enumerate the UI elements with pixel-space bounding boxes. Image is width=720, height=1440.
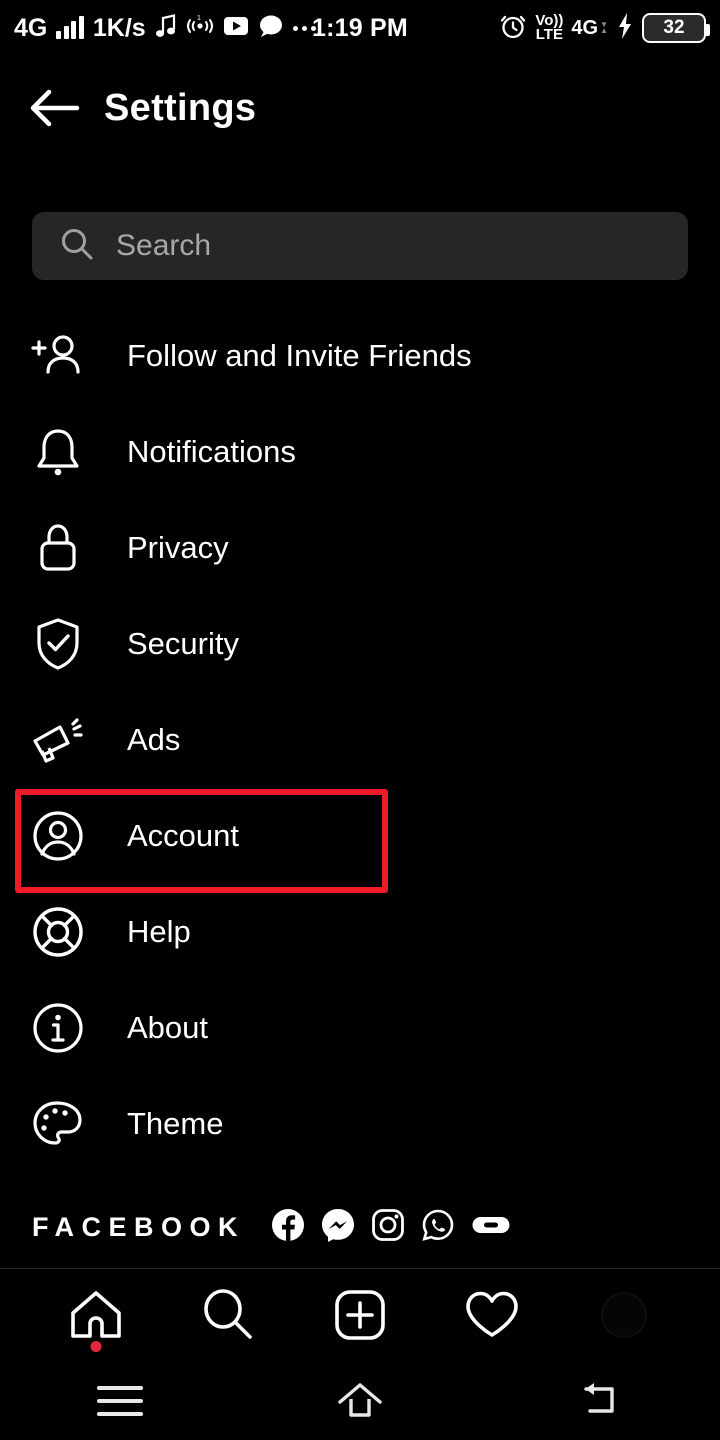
add-person-icon: [30, 328, 86, 384]
home-badge-dot: [90, 1341, 102, 1352]
youtube-icon: [223, 16, 249, 41]
charging-bolt-icon: [616, 12, 634, 45]
data-arrows-icon: ▼ ▲: [600, 19, 608, 35]
network-type-label: 4G: [14, 13, 48, 42]
facebook-family-section: FACEBOOK: [32, 1208, 688, 1247]
home-icon: [71, 1291, 121, 1338]
facebook-icon[interactable]: [271, 1208, 305, 1247]
status-bar-right: Vo)) LTE 4G ▼ ▲ 32: [499, 12, 710, 45]
menu-item-theme[interactable]: Theme: [0, 1076, 720, 1172]
system-home-button[interactable]: [305, 1371, 415, 1431]
status-bar-clock: 1:19 PM: [312, 13, 408, 42]
menu-item-label: Follow and Invite Friends: [127, 338, 472, 373]
megaphone-icon: [30, 712, 86, 768]
app-bar: Settings: [0, 60, 720, 156]
nav-home-button[interactable]: [50, 1276, 142, 1354]
menu-item-label: Privacy: [127, 530, 229, 565]
recents-icon: [97, 1386, 143, 1416]
back-arrow-icon[interactable]: [12, 65, 98, 151]
menu-item-security[interactable]: Security: [0, 596, 720, 692]
search-icon: [60, 227, 94, 266]
menu-item-label: Security: [127, 626, 239, 661]
network-right-label: 4G: [571, 16, 599, 39]
menu-item-label: Ads: [127, 722, 181, 757]
home-outline-icon: [338, 1383, 382, 1417]
nav-add-post-button[interactable]: [314, 1276, 406, 1354]
nav-profile-button[interactable]: [578, 1276, 670, 1354]
settings-menu: Follow and Invite Friends Notifications …: [0, 308, 720, 1172]
menu-item-notifications[interactable]: Notifications: [0, 404, 720, 500]
vibrate-icon: 1: [186, 14, 214, 43]
network-right-indicator: 4G ▼ ▲: [571, 17, 608, 40]
messenger-icon[interactable]: [321, 1208, 355, 1247]
oculus-icon[interactable]: [471, 1213, 511, 1242]
phone-screen: 4G 1K/s 1 1:19 PM Vo)) LTE 4G ▼ ▲ 32 Set…: [0, 0, 720, 1440]
android-system-nav: [0, 1362, 720, 1440]
menu-item-label: Account: [127, 818, 240, 853]
shield-check-icon: [30, 616, 86, 672]
volte-indicator: Vo)) LTE: [535, 13, 563, 43]
svg-text:1: 1: [197, 15, 201, 22]
facebook-label: FACEBOOK: [32, 1212, 246, 1242]
chat-bubble-icon: [258, 14, 284, 43]
palette-icon: [30, 1096, 86, 1152]
menu-item-label: Theme: [127, 1106, 224, 1141]
menu-item-privacy[interactable]: Privacy: [0, 500, 720, 596]
menu-item-label: About: [127, 1010, 209, 1045]
menu-item-account[interactable]: Account: [0, 788, 720, 884]
menu-item-label: Help: [127, 914, 191, 949]
menu-item-ads[interactable]: Ads: [0, 692, 720, 788]
add-post-icon: [335, 1290, 385, 1340]
account-circle-icon: [30, 808, 86, 864]
volte-line-2: LTE: [535, 26, 563, 43]
lock-icon: [30, 520, 86, 576]
alarm-clock-icon: [499, 12, 527, 45]
search-icon: [204, 1289, 252, 1339]
whatsapp-icon[interactable]: [421, 1208, 455, 1247]
menu-item-help[interactable]: Help: [0, 884, 720, 980]
profile-avatar-icon: [601, 1292, 647, 1338]
page-title: Settings: [104, 86, 257, 129]
status-bar-left: 4G 1K/s 1: [14, 13, 316, 44]
bottom-nav-bar: [0, 1269, 720, 1361]
music-note-icon: [155, 13, 177, 44]
heart-icon: [466, 1291, 518, 1337]
bell-icon: [30, 424, 86, 480]
system-back-button[interactable]: [545, 1371, 655, 1431]
nav-activity-button[interactable]: [446, 1276, 538, 1354]
battery-icon: 32: [642, 13, 710, 43]
nav-search-button[interactable]: [182, 1276, 274, 1354]
menu-item-about[interactable]: About: [0, 980, 720, 1076]
instagram-icon[interactable]: [371, 1208, 405, 1247]
menu-item-follow-and-invite-friends[interactable]: Follow and Invite Friends: [0, 308, 720, 404]
lifebuoy-icon: [30, 904, 86, 960]
facebook-family-icons: [271, 1208, 511, 1247]
menu-item-label: Notifications: [127, 434, 296, 469]
battery-percent-label: 32: [663, 17, 685, 38]
data-rate-label: 1K/s: [92, 13, 146, 42]
back-icon: [584, 1383, 614, 1413]
search-placeholder: Search: [116, 229, 212, 262]
system-recents-button[interactable]: [65, 1371, 175, 1431]
signal-bars-icon: [56, 16, 84, 39]
search-input[interactable]: Search: [32, 212, 688, 280]
status-bar: 4G 1K/s 1 1:19 PM Vo)) LTE 4G ▼ ▲ 32: [0, 0, 720, 56]
info-circle-icon: [30, 1000, 86, 1056]
